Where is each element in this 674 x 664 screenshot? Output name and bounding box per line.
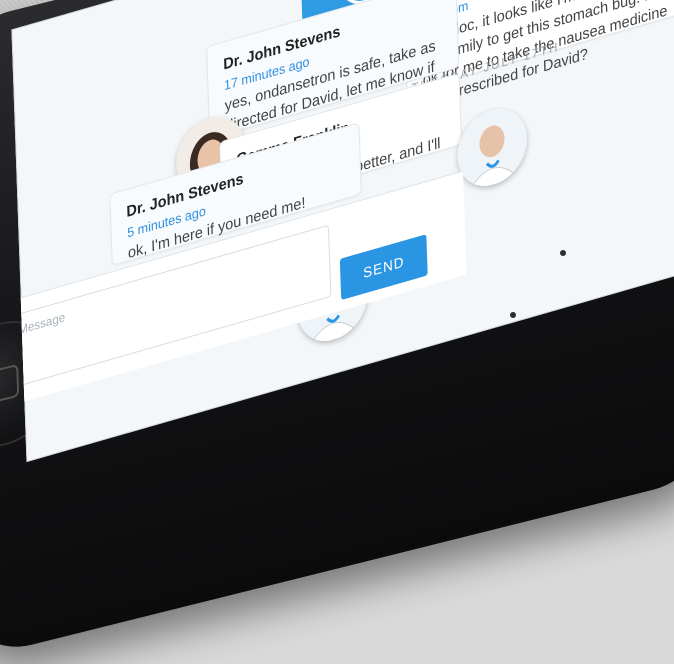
avatar-doctor — [456, 100, 529, 195]
phone-sensor-dot — [510, 312, 516, 318]
home-square-icon — [0, 363, 20, 405]
phone-speaker-dot — [560, 250, 566, 256]
